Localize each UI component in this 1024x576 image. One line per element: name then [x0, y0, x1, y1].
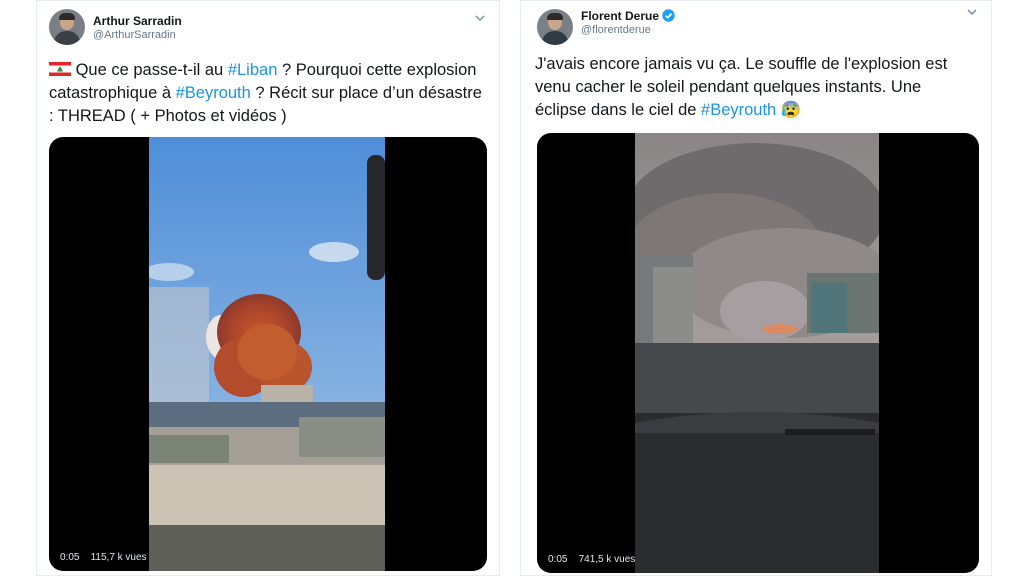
smoke-cloud-video-frame [635, 133, 879, 573]
explosion-video-frame [149, 137, 385, 571]
hashtag-beyrouth-link[interactable]: #Beyrouth [176, 84, 251, 102]
tweet-text: J'avais encore jamais vu ça. Le souffle … [535, 53, 975, 122]
chevron-down-icon[interactable] [473, 11, 487, 25]
video-views: 741,5 k vues [578, 554, 636, 565]
user-handle[interactable]: @florentderue [581, 24, 651, 37]
display-name[interactable]: Florent Derue [581, 9, 659, 23]
video-views: 115,7 k vues [90, 552, 147, 563]
hashtag-liban-link[interactable]: #Liban [228, 61, 278, 79]
avatar[interactable] [49, 9, 85, 45]
video-timestamp: 0:05 [60, 552, 80, 563]
tweet-card-arthur-sarradin[interactable]: Arthur Sarradin @ArthurSarradin Que ce p… [36, 0, 500, 576]
video-timestamp: 0:05 [548, 554, 568, 565]
avatar[interactable] [537, 9, 573, 45]
chevron-down-icon[interactable] [965, 5, 979, 19]
verified-badge-icon [662, 9, 675, 22]
hashtag-beyrouth-link[interactable]: #Beyrouth [701, 101, 776, 119]
user-handle[interactable]: @ArthurSarradin [93, 29, 176, 42]
video-player[interactable]: 0:05 115,7 k vues [49, 137, 487, 571]
anxious-face-emoji: 😰 [776, 101, 802, 119]
tweet-card-florent-derue[interactable]: Florent Derue @florentderue J'avais enco… [520, 0, 992, 576]
lebanon-flag-icon [49, 62, 71, 76]
tweet-text-part: Que ce passe-t-il au [71, 61, 228, 79]
video-player[interactable]: 0:05 741,5 k vues [537, 133, 979, 573]
tweet-text: Que ce passe-t-il au #Liban ? Pourquoi c… [49, 59, 489, 128]
display-name[interactable]: Arthur Sarradin [93, 14, 182, 28]
